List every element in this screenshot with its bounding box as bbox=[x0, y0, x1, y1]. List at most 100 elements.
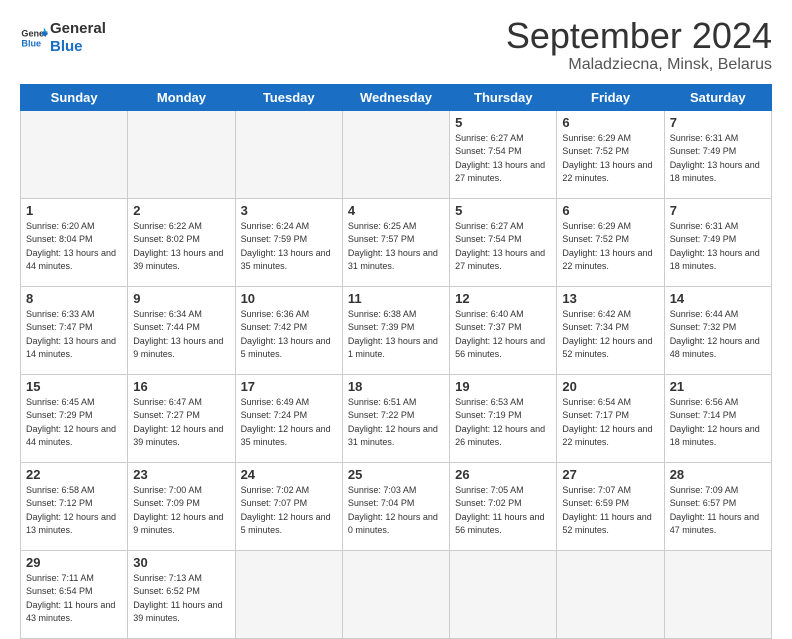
empty-cell bbox=[342, 110, 449, 198]
logo-icon: General Blue bbox=[20, 24, 48, 52]
day-cell-5: 5 Sunrise: 6:27 AMSunset: 7:54 PMDaylight… bbox=[450, 110, 557, 198]
empty-cell bbox=[557, 550, 664, 638]
empty-cell bbox=[235, 110, 342, 198]
day-number: 29 bbox=[26, 555, 122, 570]
day-number: 21 bbox=[670, 379, 766, 394]
day-number: 15 bbox=[26, 379, 122, 394]
day-header-wednesday: Wednesday bbox=[342, 84, 449, 110]
day-info: Sunrise: 6:31 AMSunset: 7:49 PMDaylight:… bbox=[670, 132, 766, 186]
day-header-saturday: Saturday bbox=[664, 84, 771, 110]
day-cell-7: 7 Sunrise: 6:31 AMSunset: 7:49 PMDaylight… bbox=[664, 110, 771, 198]
day-cell-7: 7Sunrise: 6:31 AMSunset: 7:49 PMDaylight… bbox=[664, 198, 771, 286]
day-header-thursday: Thursday bbox=[450, 84, 557, 110]
day-cell-11: 11Sunrise: 6:38 AMSunset: 7:39 PMDayligh… bbox=[342, 286, 449, 374]
svg-text:Blue: Blue bbox=[21, 38, 41, 48]
day-cell-4: 4 Sunrise: 6:25 AMSunset: 7:57 PMDaylight… bbox=[342, 198, 449, 286]
day-number: 6 bbox=[562, 203, 658, 218]
empty-cell bbox=[342, 550, 449, 638]
day-info: Sunrise: 6:42 AMSunset: 7:34 PMDaylight:… bbox=[562, 308, 658, 362]
day-cell-30: 30Sunrise: 7:13 AMSunset: 6:52 PMDayligh… bbox=[128, 550, 235, 638]
day-number: 27 bbox=[562, 467, 658, 482]
day-info: Sunrise: 7:11 AMSunset: 6:54 PMDaylight:… bbox=[26, 572, 122, 626]
day-number: 28 bbox=[670, 467, 766, 482]
day-number: 24 bbox=[241, 467, 337, 482]
day-cell-18: 18Sunrise: 6:51 AMSunset: 7:22 PMDayligh… bbox=[342, 374, 449, 462]
day-cell-27: 27Sunrise: 7:07 AMSunset: 6:59 PMDayligh… bbox=[557, 462, 664, 550]
day-number: 2 bbox=[133, 203, 229, 218]
empty-cell bbox=[21, 110, 128, 198]
header: General Blue General Blue September 2024… bbox=[20, 16, 772, 74]
calendar-week-1: 5 Sunrise: 6:27 AMSunset: 7:54 PMDaylight… bbox=[21, 110, 772, 198]
day-number: 10 bbox=[241, 291, 337, 306]
day-header-sunday: Sunday bbox=[21, 84, 128, 110]
day-number: 12 bbox=[455, 291, 551, 306]
day-cell-13: 13 Sunrise: 6:42 AMSunset: 7:34 PMDayligh… bbox=[557, 286, 664, 374]
day-cell-1: 1Sunrise: 6:20 AMSunset: 8:04 PMDaylight… bbox=[21, 198, 128, 286]
day-number: 13 bbox=[562, 291, 658, 306]
day-cell-9: 9 Sunrise: 6:34 AMSunset: 7:44 PMDaylight… bbox=[128, 286, 235, 374]
day-cell-12: 12 Sunrise: 6:40 AMSunset: 7:37 PMDayligh… bbox=[450, 286, 557, 374]
day-cell-24: 24 Sunrise: 7:02 AMSunset: 7:07 PMDayligh… bbox=[235, 462, 342, 550]
day-number: 5 bbox=[455, 203, 551, 218]
day-info: Sunrise: 6:45 AMSunset: 7:29 PMDaylight:… bbox=[26, 396, 122, 450]
day-info: Sunrise: 6:40 AMSunset: 7:37 PMDaylight:… bbox=[455, 308, 551, 362]
day-info: Sunrise: 6:44 AMSunset: 7:32 PMDaylight:… bbox=[670, 308, 766, 362]
day-info: Sunrise: 7:09 AMSunset: 6:57 PMDaylight:… bbox=[670, 484, 766, 538]
day-cell-22: 22Sunrise: 6:58 AMSunset: 7:12 PMDayligh… bbox=[21, 462, 128, 550]
day-number: 8 bbox=[26, 291, 122, 306]
calendar-header-row: SundayMondayTuesdayWednesdayThursdayFrid… bbox=[21, 84, 772, 110]
calendar-subtitle: Maladziecna, Minsk, Belarus bbox=[506, 56, 772, 74]
calendar-week-3: 8 Sunrise: 6:33 AMSunset: 7:47 PMDaylight… bbox=[21, 286, 772, 374]
day-info: Sunrise: 6:36 AMSunset: 7:42 PMDaylight:… bbox=[241, 308, 337, 362]
day-number: 25 bbox=[348, 467, 444, 482]
day-cell-5: 5Sunrise: 6:27 AMSunset: 7:54 PMDaylight… bbox=[450, 198, 557, 286]
day-info: Sunrise: 6:34 AMSunset: 7:44 PMDaylight:… bbox=[133, 308, 229, 362]
calendar-title: September 2024 bbox=[506, 16, 772, 56]
day-info: Sunrise: 6:56 AMSunset: 7:14 PMDaylight:… bbox=[670, 396, 766, 450]
day-info: Sunrise: 6:33 AMSunset: 7:47 PMDaylight:… bbox=[26, 308, 122, 362]
day-cell-14: 14Sunrise: 6:44 AMSunset: 7:32 PMDayligh… bbox=[664, 286, 771, 374]
day-info: Sunrise: 6:24 AMSunset: 7:59 PMDaylight:… bbox=[241, 220, 337, 274]
calendar-week-5: 22Sunrise: 6:58 AMSunset: 7:12 PMDayligh… bbox=[21, 462, 772, 550]
day-number: 11 bbox=[348, 291, 444, 306]
day-info: Sunrise: 6:29 AMSunset: 7:52 PMDaylight:… bbox=[562, 220, 658, 274]
day-info: Sunrise: 6:51 AMSunset: 7:22 PMDaylight:… bbox=[348, 396, 444, 450]
logo: General Blue General Blue bbox=[20, 20, 106, 56]
day-number: 17 bbox=[241, 379, 337, 394]
day-cell-6: 6 Sunrise: 6:29 AMSunset: 7:52 PMDaylight… bbox=[557, 198, 664, 286]
day-info: Sunrise: 7:02 AMSunset: 7:07 PMDaylight:… bbox=[241, 484, 337, 538]
day-cell-2: 2 Sunrise: 6:22 AMSunset: 8:02 PMDaylight… bbox=[128, 198, 235, 286]
day-number: 7 bbox=[670, 115, 766, 130]
day-header-monday: Monday bbox=[128, 84, 235, 110]
day-info: Sunrise: 7:05 AMSunset: 7:02 PMDaylight:… bbox=[455, 484, 551, 538]
day-cell-15: 15 Sunrise: 6:45 AMSunset: 7:29 PMDayligh… bbox=[21, 374, 128, 462]
day-number: 23 bbox=[133, 467, 229, 482]
day-header-friday: Friday bbox=[557, 84, 664, 110]
day-info: Sunrise: 6:22 AMSunset: 8:02 PMDaylight:… bbox=[133, 220, 229, 274]
day-cell-3: 3Sunrise: 6:24 AMSunset: 7:59 PMDaylight… bbox=[235, 198, 342, 286]
day-number: 4 bbox=[348, 203, 444, 218]
day-cell-25: 25 Sunrise: 7:03 AMSunset: 7:04 PMDayligh… bbox=[342, 462, 449, 550]
day-info: Sunrise: 6:53 AMSunset: 7:19 PMDaylight:… bbox=[455, 396, 551, 450]
day-info: Sunrise: 6:49 AMSunset: 7:24 PMDaylight:… bbox=[241, 396, 337, 450]
day-number: 5 bbox=[455, 115, 551, 130]
day-info: Sunrise: 7:00 AMSunset: 7:09 PMDaylight:… bbox=[133, 484, 229, 538]
page: General Blue General Blue September 2024… bbox=[0, 0, 792, 612]
logo-text-line1: General bbox=[50, 20, 106, 38]
day-number: 9 bbox=[133, 291, 229, 306]
day-info: Sunrise: 6:58 AMSunset: 7:12 PMDaylight:… bbox=[26, 484, 122, 538]
day-number: 26 bbox=[455, 467, 551, 482]
day-cell-10: 10 Sunrise: 6:36 AMSunset: 7:42 PMDayligh… bbox=[235, 286, 342, 374]
calendar-week-2: 1Sunrise: 6:20 AMSunset: 8:04 PMDaylight… bbox=[21, 198, 772, 286]
day-cell-28: 28 Sunrise: 7:09 AMSunset: 6:57 PMDayligh… bbox=[664, 462, 771, 550]
day-number: 6 bbox=[562, 115, 658, 130]
day-cell-21: 21 Sunrise: 6:56 AMSunset: 7:14 PMDayligh… bbox=[664, 374, 771, 462]
calendar-week-4: 15 Sunrise: 6:45 AMSunset: 7:29 PMDayligh… bbox=[21, 374, 772, 462]
day-info: Sunrise: 6:27 AMSunset: 7:54 PMDaylight:… bbox=[455, 132, 551, 186]
day-info: Sunrise: 7:13 AMSunset: 6:52 PMDaylight:… bbox=[133, 572, 229, 626]
day-info: Sunrise: 6:25 AMSunset: 7:57 PMDaylight:… bbox=[348, 220, 444, 274]
day-info: Sunrise: 7:03 AMSunset: 7:04 PMDaylight:… bbox=[348, 484, 444, 538]
day-number: 7 bbox=[670, 203, 766, 218]
day-cell-23: 23 Sunrise: 7:00 AMSunset: 7:09 PMDayligh… bbox=[128, 462, 235, 550]
day-cell-6: 6Sunrise: 6:29 AMSunset: 7:52 PMDaylight… bbox=[557, 110, 664, 198]
